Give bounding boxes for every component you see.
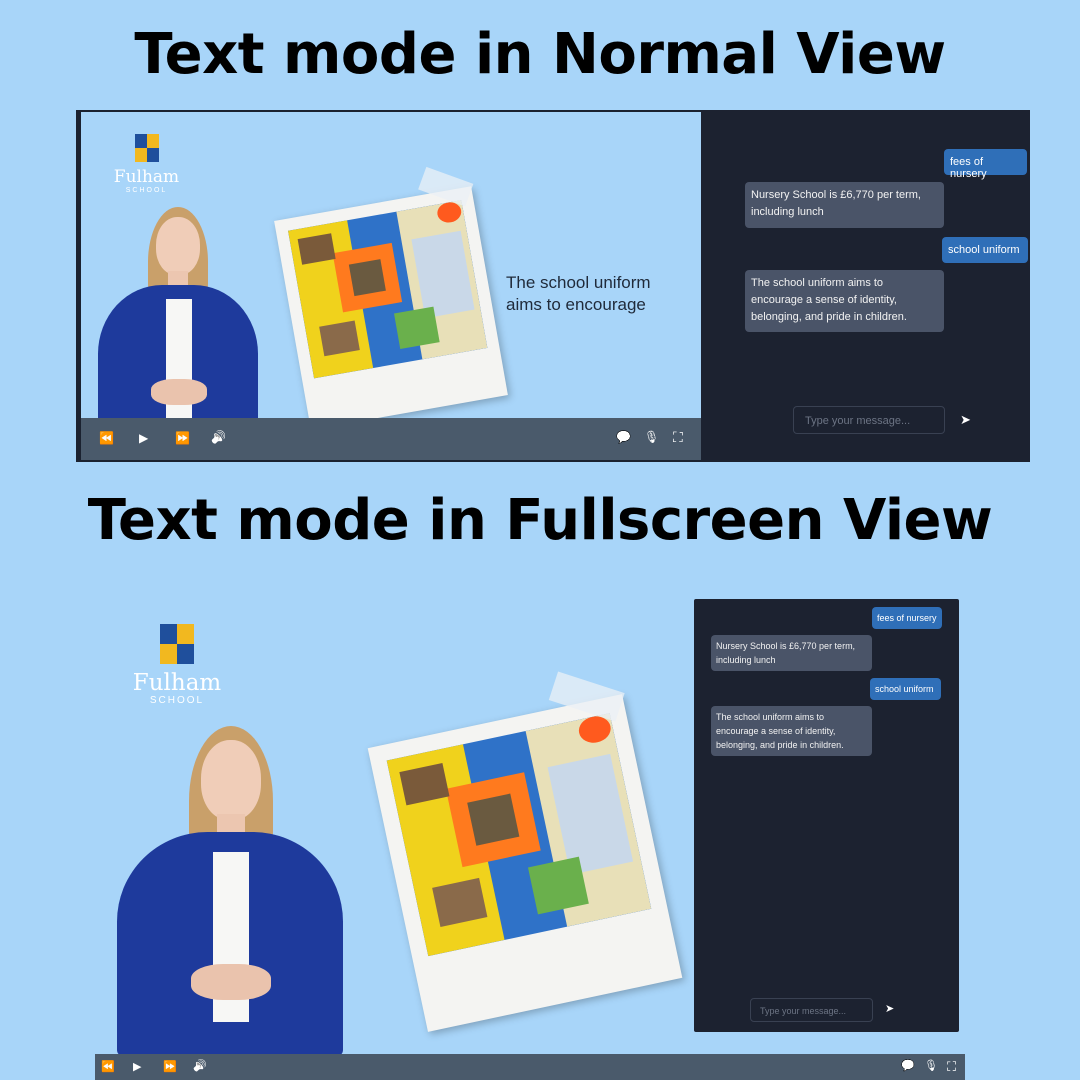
mic-off-icon[interactable]: 🎙 [924,1061,938,1072]
slide-photo [274,166,508,430]
send-icon[interactable]: ➤ [960,413,971,426]
slide-caption-line1: The school uniform [506,273,651,292]
forward-icon[interactable]: ⏩ [163,1062,177,1073]
chat-message-user: school uniform [870,678,941,700]
play-icon[interactable]: ▶ [133,1062,141,1073]
chat-message-bot: Nursery School is £6,770 per term, inclu… [711,635,872,671]
control-bar: ⏪ ▶ ⏩ 🔊 💬 🎙 ⛶ [95,1054,965,1080]
presenter-avatar [113,726,353,1056]
rewind-icon[interactable]: ⏪ [99,432,114,444]
chat-message-bot: The school uniform aims to encourage a s… [745,270,944,332]
chat-message-bot: Nursery School is £6,770 per term, inclu… [745,182,944,228]
forward-icon[interactable]: ⏩ [175,432,190,444]
school-logo: Fulham SCHOOL [109,134,184,194]
video-area[interactable]: Fulham SCHOOL [81,112,701,460]
message-input[interactable]: Type your message... [750,998,873,1022]
chat-message-user: school uniform [942,237,1028,263]
play-icon[interactable]: ▶ [139,432,148,444]
fullscreen-icon[interactable]: ⛶ [947,1060,956,1073]
shield-icon [160,624,194,664]
mic-off-icon[interactable]: 🎙 [644,431,659,443]
chat-panel: fees of nursery Nursery School is £6,770… [694,599,959,1032]
logo-sub: SCHOOL [149,695,205,706]
chat-icon[interactable]: 💬 [901,1061,915,1072]
chat-message-user: fees of nursery [944,149,1027,180]
volume-icon[interactable]: 🔊 [211,431,226,443]
logo-sub: SCHOOL [125,187,168,194]
player-normal-view: Fulham SCHOOL The school uniform aims to… [76,110,1030,462]
chat-panel: fees of nursery Nursery School is £6,770… [701,110,1030,462]
chat-message-user: fees of nursery [872,607,942,629]
school-logo: Fulham SCHOOL [125,624,229,706]
chat-message-bot: The school uniform aims to encourage a s… [711,706,872,756]
logo-name: Fulham [113,167,180,187]
heading-fullscreen-view: Text mode in Fullscreen View [87,488,993,553]
logo-name: Fulham [132,670,222,696]
slide-caption: The school uniform aims to encourage [506,272,651,316]
player-fullscreen-view: Fulham SCHOOL ⏪ ▶ ⏩ 🔊 💬 🎙 ⛶ fees of nurs… [95,598,965,1080]
shield-icon [134,134,159,162]
volume-icon[interactable]: 🔊 [193,1061,207,1072]
send-icon[interactable]: ➤ [885,1004,894,1015]
heading-normal-view: Text mode in Normal View [134,22,946,87]
control-bar: ⏪ ▶ ⏩ 🔊 💬 🎙 ⛶ [81,418,701,460]
chat-icon[interactable]: 💬 [616,431,631,443]
fullscreen-icon[interactable]: ⛶ [673,430,683,444]
slide-caption-line2: aims to encourage [506,295,646,314]
rewind-icon[interactable]: ⏪ [101,1062,115,1073]
message-input[interactable]: Type your message... [793,406,945,434]
slide-photo [367,671,683,1032]
